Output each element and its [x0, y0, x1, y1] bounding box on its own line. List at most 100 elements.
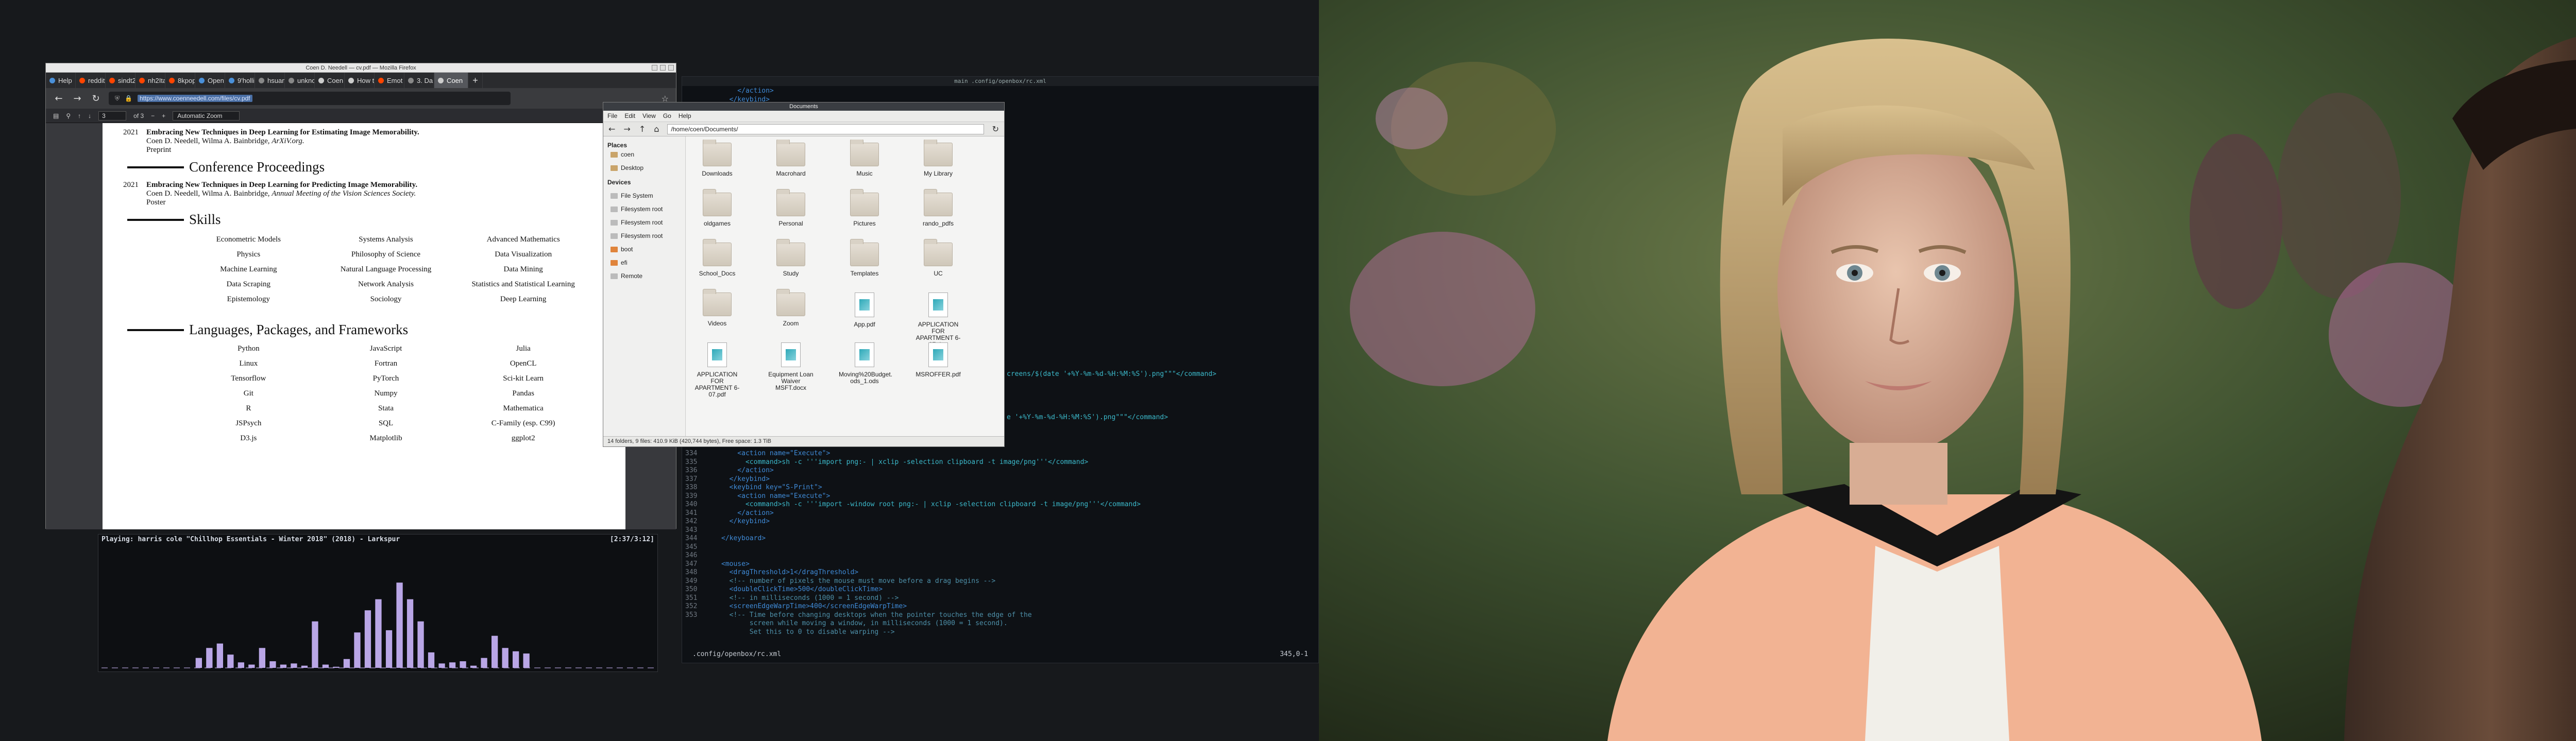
browser-tab[interactable]: Emot — [375, 73, 404, 88]
folder-item[interactable]: Music — [839, 140, 890, 177]
folder-item[interactable]: Personal — [765, 189, 817, 227]
browser-tab[interactable]: Coen D. — [315, 73, 345, 88]
skill-item: Physics — [236, 250, 261, 259]
page-number-input[interactable]: 3 — [98, 111, 127, 120]
back-icon[interactable]: ← — [608, 124, 615, 134]
browser-tab[interactable]: hsuan7m — [255, 73, 285, 88]
sidebar-device[interactable]: Filesystem root — [611, 205, 663, 213]
browser-tab[interactable]: 8kpopfo — [165, 73, 195, 88]
folder-item[interactable]: Study — [765, 239, 817, 277]
code-text: </keybind> — [721, 475, 770, 483]
browser-tab[interactable]: Coen — [434, 73, 468, 88]
folder-item[interactable]: Zoom — [765, 289, 817, 327]
tab-strip: Help reddit sindt20 nh2Ital 8kpopfo Open 9'hol… — [46, 73, 676, 88]
language-item: Python — [238, 344, 260, 353]
menu-item[interactable]: Go — [663, 112, 671, 120]
folder-item[interactable]: Macrohard — [765, 140, 817, 177]
folder-item[interactable]: oldgames — [691, 189, 743, 227]
menu-item[interactable]: View — [642, 112, 656, 120]
music-player-terminal[interactable]: Playing: harris cole "Chillhop Essential… — [98, 534, 658, 672]
zoom-out-button[interactable]: − — [151, 112, 155, 119]
folder-icon — [924, 140, 953, 166]
skill-item: Network Analysis — [358, 280, 414, 288]
code-text: <dragThreshold>1</dragThreshold> — [721, 568, 859, 576]
close-button[interactable] — [668, 65, 674, 71]
menu-item[interactable]: Help — [679, 112, 691, 120]
minimize-button[interactable] — [652, 65, 657, 71]
now-playing-text: Playing: harris cole "Chillhop Essential… — [101, 536, 400, 543]
pub-status: Poster — [146, 198, 166, 206]
language-item: R — [246, 404, 251, 412]
refresh-icon[interactable]: ↻ — [992, 124, 999, 134]
code-line: 339 <action name="Execute"> — [685, 492, 830, 501]
url-bar[interactable]: ⛨ 🔒 https://www.coenneedell.com/files/cv… — [109, 92, 511, 105]
item-label: rando_pdfs — [922, 220, 954, 227]
up-icon[interactable]: ↑ — [639, 124, 646, 134]
language-item: Stata — [378, 404, 394, 412]
document-icon — [928, 292, 948, 317]
item-label: My Library — [923, 170, 953, 177]
sidebar-device[interactable]: efi — [611, 259, 628, 266]
tab-favicon-icon — [79, 77, 85, 83]
sidebar-toggle-icon[interactable]: ▤ — [53, 112, 59, 119]
forward-icon[interactable]: → — [623, 124, 630, 134]
code-line: 347 <mouse> — [685, 560, 750, 568]
folder-item[interactable]: Videos — [691, 289, 743, 327]
file-toolbar: ← → ↑ ⌂ /home/coen/Documents/ ↻ — [603, 122, 1004, 136]
file-item[interactable]: MSROFFER.pdf — [912, 342, 964, 378]
menu-item[interactable]: File — [607, 112, 617, 120]
browser-tab[interactable]: reddit — [76, 73, 106, 88]
file-item[interactable]: APPLICATION FOR APARTMENT 6-07.pdf — [691, 342, 743, 398]
browser-tab[interactable]: unknow — [285, 73, 315, 88]
prev-page-icon[interactable]: ↑ — [78, 112, 81, 119]
browser-tab[interactable]: Help — [46, 73, 76, 88]
folder-item[interactable]: Downloads — [691, 140, 743, 177]
reload-icon[interactable]: ↻ — [90, 93, 101, 104]
skill-item: Deep Learning — [500, 295, 547, 303]
sidebar-device[interactable]: Filesystem root — [611, 219, 663, 226]
pdf-viewer[interactable]: 2021 Embracing New Techniques in Deep Le… — [46, 123, 676, 529]
folder-icon — [850, 239, 879, 266]
browser-tab[interactable]: Open — [195, 73, 225, 88]
folder-item[interactable]: rando_pdfs — [912, 189, 964, 227]
browser-tab[interactable]: How to — [345, 73, 375, 88]
tab-label: Coen D. — [327, 76, 344, 84]
location-bar[interactable]: /home/coen/Documents/ — [667, 124, 984, 134]
folder-item[interactable]: Pictures — [839, 189, 890, 227]
browser-tab[interactable]: 9'hollim — [225, 73, 255, 88]
find-icon[interactable]: ⚲ — [66, 112, 71, 119]
new-tab-button[interactable]: + — [468, 73, 483, 88]
menu-item[interactable]: Edit — [624, 112, 635, 120]
sidebar-device[interactable]: File System — [611, 192, 653, 199]
sidebar-device[interactable]: boot — [611, 246, 633, 253]
line-number: 347 — [685, 560, 698, 568]
file-item[interactable]: Equipment Loan Waiver MSFT.docx — [765, 342, 817, 391]
tab-label: Emot — [387, 76, 403, 84]
folder-item[interactable]: School_Docs — [691, 239, 743, 277]
code-line: 335 <command>sh -c '''import png:- | xcl… — [685, 458, 1088, 467]
folder-item[interactable]: UC — [912, 239, 964, 277]
sidebar-device[interactable]: Filesystem root — [611, 232, 663, 239]
browser-tab[interactable]: sindt20 — [106, 73, 135, 88]
folder-icon — [611, 165, 618, 171]
home-icon[interactable]: ⌂ — [654, 124, 659, 134]
forward-icon[interactable]: → — [72, 93, 83, 104]
back-icon[interactable]: ← — [53, 93, 64, 104]
browser-tab[interactable]: nh2Ital — [135, 73, 165, 88]
skill-item: Data Mining — [503, 265, 543, 273]
folder-item[interactable]: My Library — [912, 140, 964, 177]
file-item[interactable]: APPLICATION FOR APARTMENT 6-07.doc — [912, 292, 964, 348]
sidebar-device[interactable]: Remote — [611, 272, 642, 280]
file-item[interactable]: Moving%20Budget. ods_1.ods — [839, 342, 892, 385]
sidebar-place[interactable]: Desktop — [611, 164, 643, 171]
folder-icon — [703, 140, 732, 166]
browser-tab[interactable]: 3. Da — [404, 73, 434, 88]
file-item[interactable]: App.pdf — [839, 292, 890, 328]
zoom-in-button[interactable]: + — [162, 112, 165, 119]
maximize-button[interactable] — [660, 65, 666, 71]
tab-favicon-icon — [169, 77, 175, 83]
next-page-icon[interactable]: ↓ — [88, 112, 91, 119]
folder-item[interactable]: Templates — [839, 239, 890, 277]
zoom-select[interactable]: Automatic Zoom — [173, 111, 240, 120]
sidebar-place[interactable]: coen — [611, 151, 634, 158]
